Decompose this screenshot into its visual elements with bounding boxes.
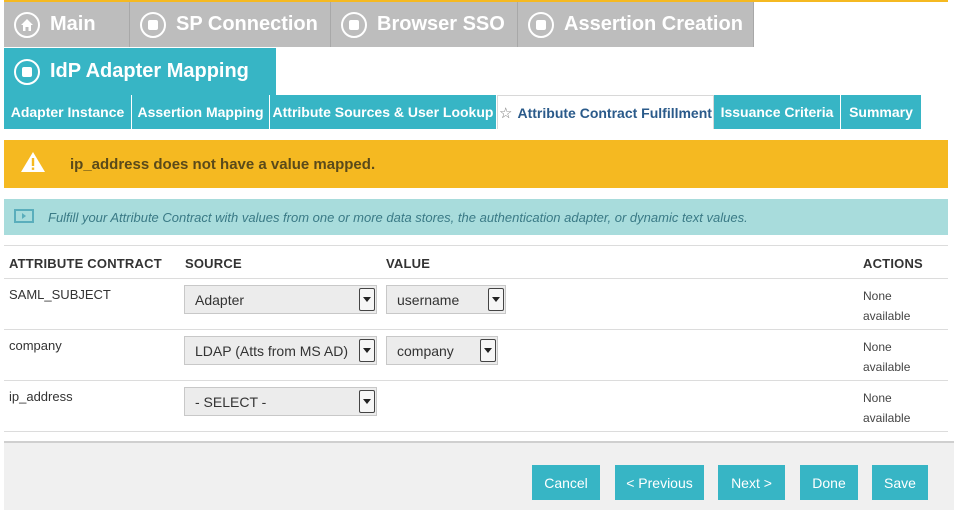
- attribute-name: ip_address: [9, 389, 73, 404]
- header-value: VALUE: [386, 256, 431, 271]
- tab-attribute-sources-label: Attribute Sources & User Lookup: [272, 104, 494, 120]
- tab-idp-adapter-mapping-label: IdP Adapter Mapping: [50, 60, 249, 82]
- table-row: SAML_SUBJECT Adapter username None availa…: [4, 279, 948, 330]
- wizard-top-tabs: Main SP Connection Browser SSO Assertion…: [0, 0, 954, 48]
- stop-circle-icon: [140, 11, 166, 38]
- attribute-name: company: [9, 338, 62, 353]
- source-select[interactable]: LDAP (Atts from MS AD): [184, 336, 377, 365]
- value-select[interactable]: username: [386, 285, 506, 314]
- tab-attribute-contract-fulfillment[interactable]: ☆ Attribute Contract Fulfillment: [497, 95, 714, 129]
- actions-text: None available: [863, 340, 911, 374]
- tab-assertion-creation-label: Assertion Creation: [564, 13, 743, 35]
- tab-issuance-criteria[interactable]: Issuance Criteria: [714, 95, 841, 129]
- cancel-button[interactable]: Cancel: [532, 465, 600, 500]
- tab-browser-sso[interactable]: Browser SSO: [331, 2, 518, 47]
- tab-sp-connection[interactable]: SP Connection: [130, 2, 331, 47]
- done-button[interactable]: Done: [800, 465, 858, 500]
- warning-message: ip_address does not have a value mapped.: [4, 140, 948, 188]
- tab-attribute-contract-fulfillment-label: Attribute Contract Fulfillment: [517, 104, 712, 121]
- tab-main-label: Main: [50, 13, 96, 35]
- tab-main[interactable]: Main: [4, 2, 130, 47]
- tab-idp-adapter-mapping[interactable]: IdP Adapter Mapping: [4, 48, 276, 95]
- header-source: SOURCE: [185, 256, 242, 271]
- chevron-down-icon[interactable]: [359, 288, 375, 311]
- home-icon: [14, 11, 40, 38]
- info-message: Fulfill your Attribute Contract with val…: [4, 199, 948, 235]
- chevron-down-icon[interactable]: [488, 288, 504, 311]
- chevron-down-icon[interactable]: [359, 339, 375, 362]
- table-row: ip_address - SELECT - None available: [4, 381, 948, 432]
- stop-circle-icon: [341, 11, 367, 38]
- tab-assertion-creation[interactable]: Assertion Creation: [518, 2, 754, 47]
- previous-button[interactable]: < Previous: [615, 465, 704, 500]
- next-button[interactable]: Next >: [718, 465, 785, 500]
- tab-issuance-criteria-label: Issuance Criteria: [720, 104, 834, 120]
- value-select-value: company: [397, 342, 454, 359]
- source-select-value: - SELECT -: [195, 393, 267, 410]
- actions-text: None available: [863, 391, 911, 425]
- info-screen-icon: [14, 208, 36, 227]
- header-attribute-contract: ATTRIBUTE CONTRACT: [9, 256, 162, 271]
- chevron-down-icon[interactable]: [359, 390, 375, 413]
- footer-bar: Cancel < Previous Next > Done Save: [4, 441, 954, 510]
- value-select[interactable]: company: [386, 336, 498, 365]
- tab-summary-label: Summary: [849, 104, 913, 120]
- source-select-value: Adapter: [195, 291, 245, 308]
- attribute-name: SAML_SUBJECT: [9, 287, 111, 302]
- tab-summary[interactable]: Summary: [841, 95, 922, 129]
- tab-attribute-sources[interactable]: Attribute Sources & User Lookup: [270, 95, 497, 129]
- source-select-value: LDAP (Atts from MS AD): [195, 342, 348, 359]
- source-select[interactable]: Adapter: [184, 285, 377, 314]
- warning-triangle-icon: [20, 151, 46, 177]
- stop-circle-icon: [528, 11, 554, 38]
- actions-text: None available: [863, 289, 911, 323]
- attribute-contract-table: ATTRIBUTE CONTRACT SOURCE VALUE ACTIONS …: [4, 245, 948, 432]
- table-row: company LDAP (Atts from MS AD) company N…: [4, 330, 948, 381]
- warning-text: ip_address does not have a value mapped.: [70, 155, 376, 173]
- tab-assertion-mapping[interactable]: Assertion Mapping: [132, 95, 270, 129]
- tab-adapter-instance[interactable]: Adapter Instance: [4, 95, 132, 129]
- star-icon: ☆: [499, 104, 513, 122]
- tab-assertion-mapping-label: Assertion Mapping: [137, 104, 264, 120]
- table-header: ATTRIBUTE CONTRACT SOURCE VALUE ACTIONS: [4, 245, 948, 279]
- save-button[interactable]: Save: [872, 465, 928, 500]
- tab-adapter-instance-label: Adapter Instance: [10, 104, 125, 120]
- value-select-value: username: [397, 291, 460, 308]
- stop-circle-icon: [14, 58, 40, 85]
- tab-sp-connection-label: SP Connection: [176, 13, 318, 35]
- chevron-down-icon[interactable]: [480, 339, 496, 362]
- header-actions: ACTIONS: [863, 256, 923, 271]
- sub-tabs: Adapter Instance Assertion Mapping Attri…: [4, 95, 922, 129]
- source-select[interactable]: - SELECT -: [184, 387, 377, 416]
- tab-browser-sso-label: Browser SSO: [377, 13, 505, 35]
- info-text: Fulfill your Attribute Contract with val…: [48, 209, 748, 225]
